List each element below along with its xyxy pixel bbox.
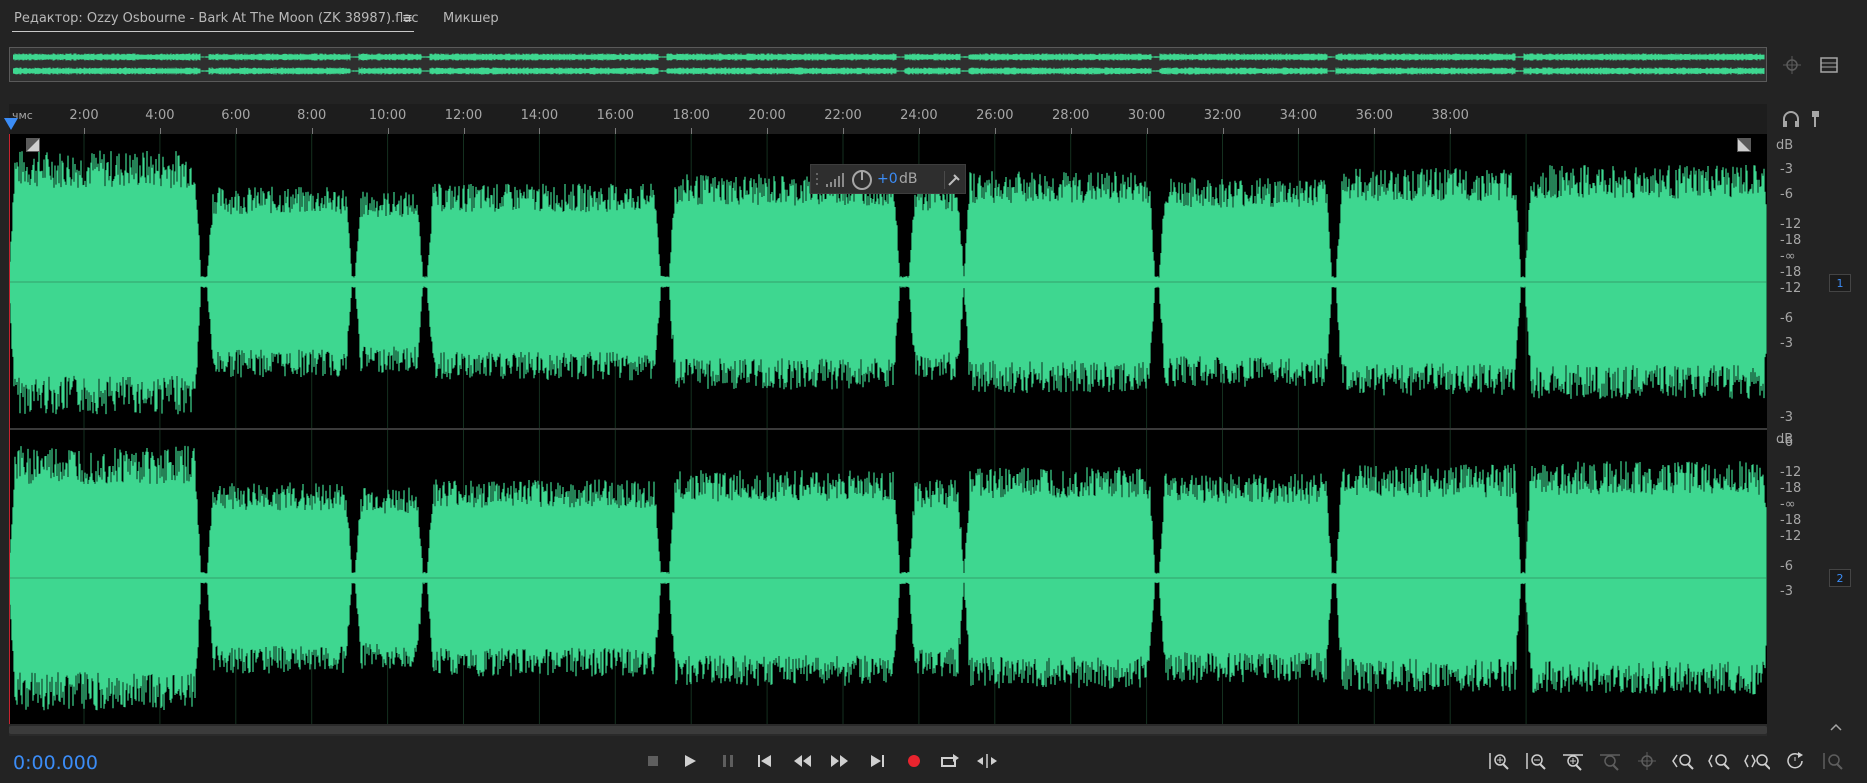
hud-grip-icon[interactable] <box>815 171 819 189</box>
skip-selection-icon[interactable] <box>974 749 1000 773</box>
ruler-tick-label: 8:00 <box>297 108 327 123</box>
go-to-start-icon[interactable] <box>752 749 778 773</box>
ruler-tick-label: 4:00 <box>145 108 175 123</box>
db-label: -∞ <box>1780 249 1796 264</box>
volume-hud[interactable]: +0 dB <box>810 164 966 194</box>
horizontal-scrollbar[interactable] <box>9 724 1767 736</box>
zoom-full-icon[interactable] <box>1744 749 1770 773</box>
db-header-ch1: dB <box>1776 138 1794 153</box>
record-icon[interactable] <box>901 749 927 773</box>
ruler-tick-label: 10:00 <box>368 108 407 123</box>
db-label: -18 <box>1780 481 1802 496</box>
zoom-in-time-icon[interactable] <box>1560 749 1586 773</box>
overview-channel-waveform <box>13 67 1765 75</box>
zoom-out-full-icon[interactable] <box>1597 749 1623 773</box>
headphones-icon[interactable] <box>1780 108 1802 130</box>
ruler-tick-label: 38:00 <box>1431 108 1469 123</box>
waveform-overview[interactable] <box>9 47 1767 82</box>
ruler-tick-label: 20:00 <box>748 108 786 123</box>
volume-knob-icon[interactable] <box>851 169 873 191</box>
zoom-reset-icon[interactable] <box>1783 749 1809 773</box>
ruler-tick-label: 28:00 <box>1051 108 1090 123</box>
ruler-tick-label: 30:00 <box>1127 108 1166 123</box>
zoom-navigator-icon[interactable] <box>1781 54 1803 76</box>
tab-mixer[interactable]: Микшер <box>443 11 499 26</box>
zoom-in-amplitude-icon[interactable] <box>1486 749 1512 773</box>
ruler-tick-label: 22:00 <box>824 108 862 123</box>
ruler-tick-label: 26:00 <box>976 108 1014 123</box>
db-label: -18 <box>1780 513 1802 528</box>
time-ruler[interactable]: чмс 2:00 4:00 6:00 8:00 10:00 12:00 14:00 16:00… <box>9 104 1767 134</box>
pin-marker-icon[interactable] <box>1804 108 1826 130</box>
hud-pin-icon[interactable] <box>944 171 963 189</box>
hud-volume-value[interactable]: +0 <box>877 171 898 187</box>
overview-waveform <box>13 53 1765 75</box>
layout-icon[interactable] <box>1818 54 1840 76</box>
ruler-tick-label: 24:00 <box>900 108 938 123</box>
rewind-icon[interactable] <box>790 749 816 773</box>
db-label: -12 <box>1780 217 1802 232</box>
amplitude-scale[interactable]: dB -3 -6 -12 -18 -∞ -18 -12 -6 -3 1 dB -3 -6 -12 -1… <box>1768 134 1867 731</box>
level-meter-icon <box>825 172 847 188</box>
fade-in-handle[interactable] <box>26 138 40 152</box>
db-label: -18 <box>1780 233 1802 248</box>
playhead-line <box>9 134 10 724</box>
db-label: -12 <box>1780 529 1802 544</box>
zoom-out-icon[interactable] <box>1707 749 1733 773</box>
ruler-tick-label: 34:00 <box>1279 108 1318 123</box>
ruler-tick-label: 18:00 <box>672 108 710 123</box>
db-label: -3 <box>1780 584 1793 599</box>
zoom-in-selection-icon[interactable] <box>1634 749 1660 773</box>
channel-1-badge[interactable]: 1 <box>1829 274 1851 292</box>
fade-out-handle[interactable] <box>1737 138 1751 152</box>
zoom-out-amplitude-icon[interactable] <box>1523 749 1549 773</box>
tab-editor[interactable]: Редактор: Ozzy Osbourne - Bark At The Mo… <box>14 11 419 26</box>
channel-2-badge[interactable]: 2 <box>1829 569 1851 587</box>
ruler-tick-label: 36:00 <box>1355 108 1394 123</box>
overview-channel-waveform <box>13 53 1765 61</box>
fast-forward-icon[interactable] <box>826 749 852 773</box>
playhead-handle[interactable] <box>4 118 18 130</box>
pause-icon[interactable] <box>715 749 741 773</box>
db-label: -3 <box>1780 410 1793 425</box>
ruler-tick-label: 6:00 <box>221 108 251 123</box>
db-label: -∞ <box>1780 497 1796 512</box>
db-label: -6 <box>1780 559 1793 574</box>
active-tab-underline <box>12 31 414 32</box>
stop-icon[interactable] <box>640 749 666 773</box>
tab-menu-icon[interactable]: ≡ <box>402 11 413 26</box>
scroll-up-icon[interactable] <box>1828 721 1844 731</box>
ruler-tick-label: 32:00 <box>1203 108 1242 123</box>
ruler-tick-label: 2:00 <box>69 108 99 123</box>
db-label: -12 <box>1780 281 1802 296</box>
transport-bar <box>0 740 1867 783</box>
zoom-settings-icon[interactable] <box>1820 749 1846 773</box>
loop-icon[interactable] <box>937 749 963 773</box>
db-label: -18 <box>1780 265 1802 280</box>
db-label: -6 <box>1780 187 1793 202</box>
db-label: -3 <box>1780 162 1793 177</box>
hud-volume-unit: dB <box>899 171 918 187</box>
db-label: -6 <box>1780 435 1793 450</box>
go-to-end-icon[interactable] <box>864 749 890 773</box>
panel-tabs: Редактор: Ozzy Osbourne - Bark At The Mo… <box>0 0 1867 40</box>
play-icon[interactable] <box>677 749 703 773</box>
zoom-out-left-icon[interactable] <box>1671 749 1697 773</box>
ruler-tick-label: 12:00 <box>444 108 483 123</box>
channel-divider <box>9 428 1767 430</box>
db-label: -12 <box>1780 465 1802 480</box>
ruler-tick-label: 16:00 <box>596 108 635 123</box>
db-label: -3 <box>1780 336 1793 351</box>
time-display[interactable]: 0:00.000 <box>13 752 98 774</box>
db-label: -6 <box>1780 311 1793 326</box>
ruler-tick-label: 14:00 <box>520 108 559 123</box>
scrollbar-thumb[interactable] <box>9 726 1767 734</box>
